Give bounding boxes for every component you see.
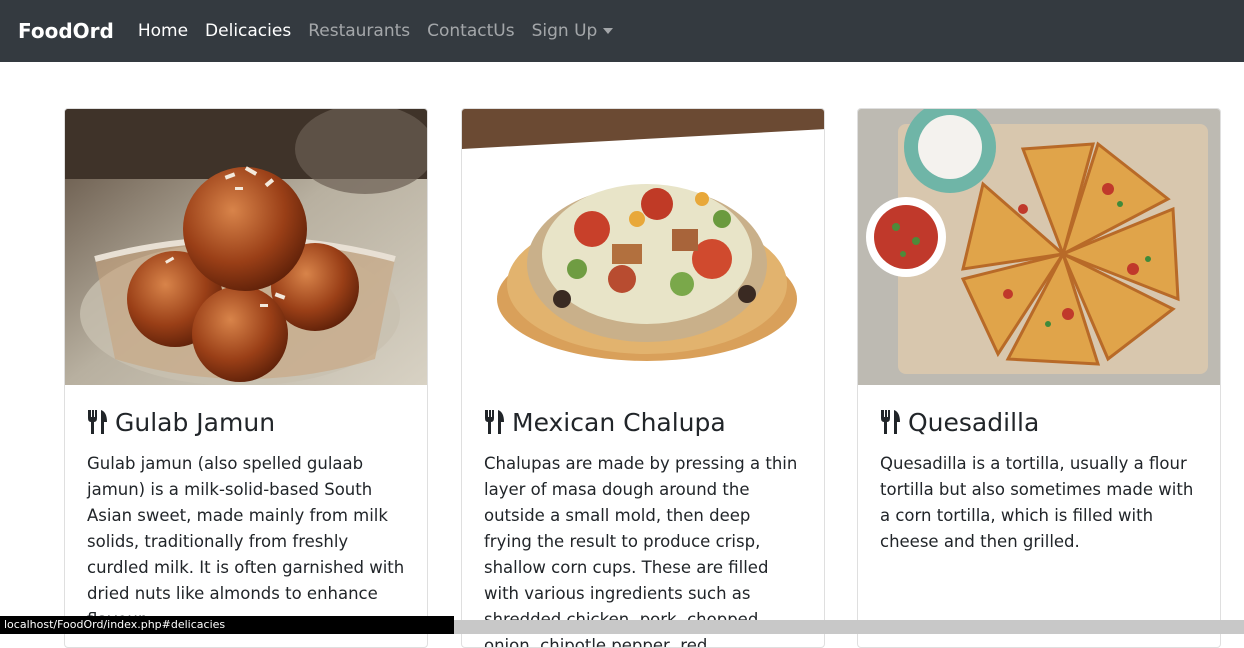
mexican-chalupa-title: Mexican Chalupa [512,407,726,437]
quesadilla-image [858,109,1220,385]
gulab-jamun-title: Gulab Jamun [115,407,276,437]
card-title: Gulab Jamun [87,407,405,437]
nav-home[interactable]: Home [138,21,188,41]
delicacy-card-mexican-chalupa: Mexican Chalupa Chalupas are made by pre… [461,108,825,648]
utensils-icon [484,409,506,435]
brand-logo[interactable]: FoodOrd [18,19,114,43]
quesadilla-description: Quesadilla is a tortilla, usually a flou… [880,454,1194,551]
nav-signup-label: Sign Up [531,21,598,41]
nav-contactus[interactable]: ContactUs [427,21,514,41]
nav-delicacies[interactable]: Delicacies [205,21,291,41]
card-title: Mexican Chalupa [484,407,802,437]
gulab-jamun-description: Gulab jamun (also spelled gulaab jamun) … [87,454,405,629]
nav-signup-dropdown[interactable]: Sign Up [532,21,614,41]
status-bar-url: localhost/FoodOrd/index.php#delicacies [0,616,454,634]
nav-restaurants[interactable]: Restaurants [308,21,410,41]
horizontal-scrollbar[interactable] [454,620,1244,634]
navbar: FoodOrd Home Delicacies Restaurants Cont… [0,0,1244,62]
mexican-chalupa-description: Chalupas are made by pressing a thin lay… [484,454,798,648]
quesadilla-title: Quesadilla [908,407,1040,437]
card-title: Quesadilla [880,407,1198,437]
utensils-icon [880,409,902,435]
utensils-icon [87,409,109,435]
mexican-chalupa-image [462,109,824,385]
gulab-jamun-image [65,109,427,385]
delicacy-card-gulab-jamun: Gulab Jamun Gulab jamun (also spelled gu… [64,108,428,648]
delicacy-card-quesadilla: Quesadilla Quesadilla is a tortilla, usu… [857,108,1221,648]
caret-down-icon [603,28,614,34]
